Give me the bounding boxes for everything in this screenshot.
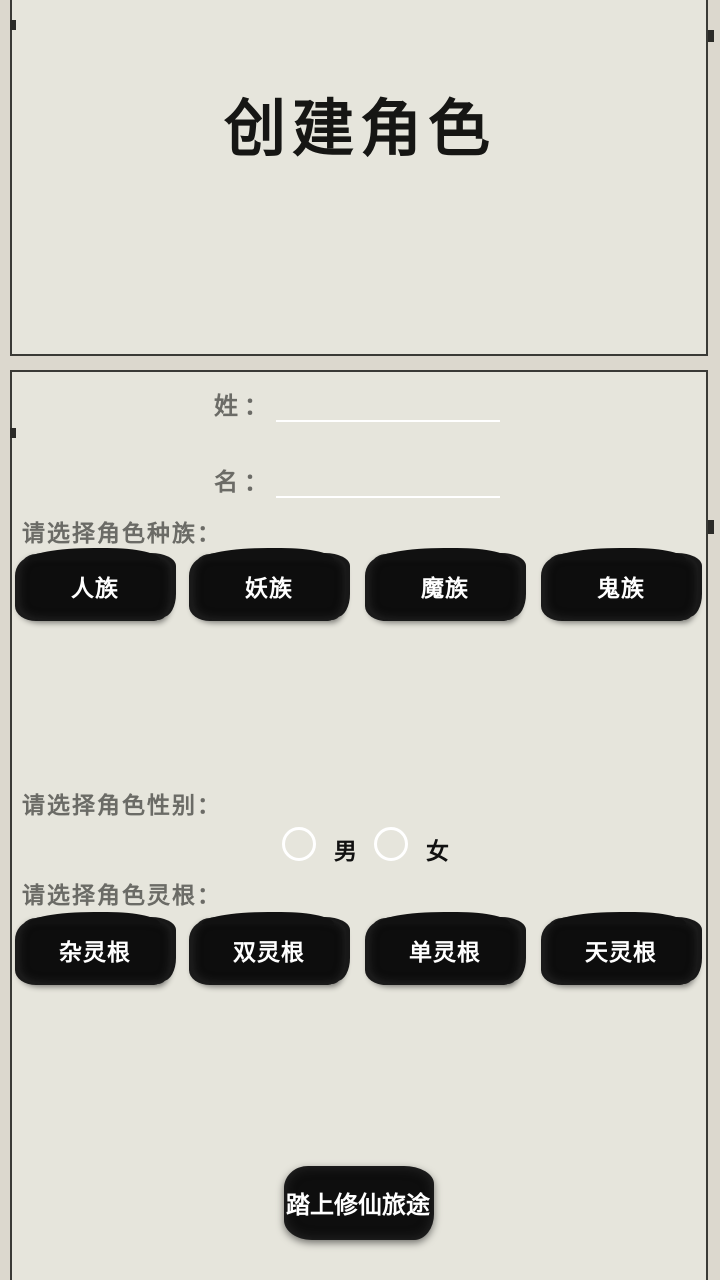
spirit-root-option-label: 单灵根 [409, 940, 481, 966]
race-option-ghost[interactable]: 鬼族 [544, 548, 698, 624]
race-option-label: 人族 [71, 576, 119, 602]
spirit-root-option-single[interactable]: 单灵根 [368, 912, 522, 988]
given-name-label: 名： [214, 468, 274, 496]
race-option-devil[interactable]: 魔族 [368, 548, 522, 624]
given-name-input[interactable] [276, 496, 500, 498]
gender-female-label: 女 [426, 839, 449, 865]
race-option-human[interactable]: 人族 [18, 548, 172, 624]
race-option-label: 鬼族 [597, 576, 645, 602]
race-prompt: 请选择角色种族： [22, 521, 222, 547]
spirit-root-prompt: 请选择角色灵根： [22, 883, 222, 909]
surname-label: 姓： [214, 392, 274, 420]
gender-male-radio[interactable] [282, 827, 316, 861]
race-option-demon[interactable]: 妖族 [192, 548, 346, 624]
spirit-root-option-label: 天灵根 [585, 940, 657, 966]
panel-edge-mark [708, 30, 714, 42]
title-panel [10, 0, 708, 356]
spirit-root-option-label: 杂灵根 [59, 940, 131, 966]
start-journey-button[interactable]: 踏上修仙旅途 [278, 1162, 438, 1242]
gender-female-radio[interactable] [374, 827, 408, 861]
form-panel [10, 370, 708, 1280]
panel-edge-mark [10, 20, 16, 30]
panel-edge-mark [10, 428, 16, 438]
start-journey-label: 踏上修仙旅途 [286, 1190, 430, 1219]
spirit-root-option-dual[interactable]: 双灵根 [192, 912, 346, 988]
race-option-label: 妖族 [245, 576, 293, 602]
spirit-root-option-label: 双灵根 [233, 940, 305, 966]
panel-edge-mark [708, 520, 714, 534]
gender-prompt: 请选择角色性别： [22, 793, 222, 819]
create-character-screen: 创建角色 姓： 名： 请选择角色种族： 人族 妖族 魔族 鬼族 请选择角色性别：… [0, 0, 720, 1280]
gender-male-label: 男 [334, 839, 357, 865]
spirit-root-option-heavenly[interactable]: 天灵根 [544, 912, 698, 988]
spirit-root-option-mixed[interactable]: 杂灵根 [18, 912, 172, 988]
race-option-label: 魔族 [421, 576, 469, 602]
surname-input[interactable] [276, 420, 500, 422]
page-title: 创建角色 [223, 92, 496, 165]
